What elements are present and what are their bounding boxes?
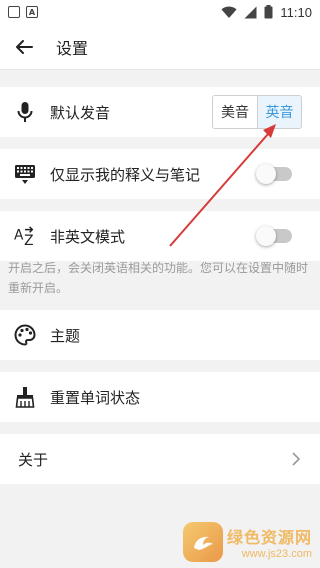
watermark-url: www.js23.com	[241, 548, 312, 560]
about-row[interactable]: 关于	[0, 434, 320, 484]
status-left: A	[8, 6, 38, 18]
battery-icon	[264, 5, 273, 19]
status-time: 11:10	[280, 4, 312, 20]
keyboard-icon	[14, 163, 36, 185]
status-right: 11:10	[221, 5, 312, 20]
watermark-logo-icon	[182, 522, 223, 562]
only-mine-toggle[interactable]	[256, 164, 292, 184]
pronunciation-label: 默认发音	[50, 103, 111, 122]
microphone-icon	[14, 101, 36, 123]
sort-az-icon: A Z	[14, 225, 36, 247]
pronunciation-selector: 美音 英音	[212, 95, 302, 129]
app-bar: 设置	[0, 24, 320, 70]
toggle-knob	[256, 226, 276, 246]
image-icon: A	[26, 6, 38, 18]
non-english-row: A Z 非英文模式	[0, 211, 320, 261]
notification-icon	[8, 6, 20, 18]
signal-icon	[244, 6, 257, 18]
us-pronunciation-option[interactable]: 美音	[213, 96, 257, 128]
chevron-right-icon	[292, 452, 300, 466]
non-english-hint: 开启之后，会关闭英语相关的功能。您可以在设置中随时重新开启。	[8, 261, 309, 295]
theme-row[interactable]: 主题	[0, 310, 320, 360]
svg-text:Z: Z	[24, 233, 33, 247]
only-mine-label: 仅显示我的释义与笔记	[50, 165, 201, 184]
only-mine-row: 仅显示我的释义与笔记	[0, 149, 320, 199]
palette-icon	[14, 324, 36, 346]
wifi-icon	[221, 6, 237, 18]
pronunciation-row: 默认发音 美音 英音	[0, 87, 320, 137]
broom-icon	[14, 386, 36, 408]
non-english-toggle[interactable]	[256, 226, 292, 246]
uk-pronunciation-option[interactable]: 英音	[257, 96, 301, 128]
reset-words-row[interactable]: 重置单词状态	[0, 372, 320, 422]
about-label: 关于	[18, 450, 49, 469]
back-button[interactable]	[0, 24, 48, 70]
watermark-text: 绿色资源网 www.js23.com	[227, 524, 312, 560]
page-title: 设置	[56, 38, 89, 58]
status-bar: A 11:10	[0, 0, 320, 24]
theme-label: 主题	[50, 326, 81, 345]
back-arrow-icon	[16, 39, 33, 54]
non-english-label: 非英文模式	[50, 227, 126, 246]
reset-words-label: 重置单词状态	[50, 388, 141, 407]
toggle-knob	[256, 164, 276, 184]
watermark: 绿色资源网 www.js23.com	[182, 522, 312, 562]
watermark-name: 绿色资源网	[226, 528, 312, 547]
svg-text:A: A	[14, 228, 24, 244]
